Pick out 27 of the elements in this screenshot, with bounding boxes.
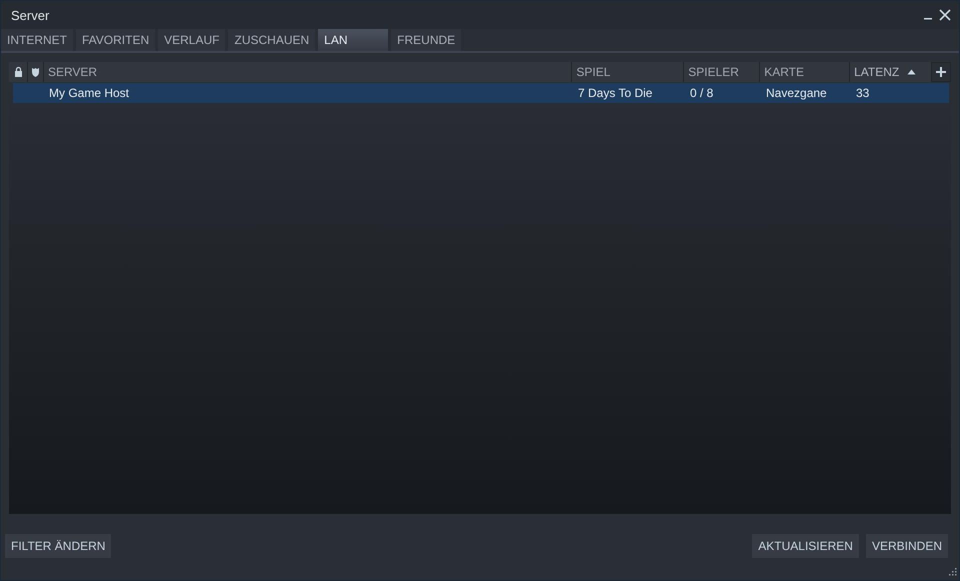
plus-icon	[936, 67, 946, 77]
add-column-button[interactable]	[931, 62, 951, 82]
tab[interactable]: INTERNET	[1, 29, 73, 51]
window-title: Server	[11, 8, 50, 22]
lock-icon[interactable]	[14, 67, 24, 77]
action-button[interactable]: VERBINDEN	[866, 534, 948, 558]
tab[interactable]: FREUNDE	[391, 29, 462, 51]
tab[interactable]: LAN	[318, 29, 388, 51]
column-header[interactable]: SPIELER	[684, 65, 743, 79]
table-cell: My Game Host	[49, 86, 130, 100]
column-header[interactable]: SPIEL	[572, 65, 614, 79]
column-header[interactable]: SERVER	[44, 65, 102, 79]
filter-button[interactable]: FILTER ÄNDERN	[5, 534, 112, 558]
column-header[interactable]: LATENZ	[850, 65, 904, 79]
tab[interactable]: ZUSCHAUEN	[228, 29, 316, 51]
table-cell: 0 / 8	[690, 86, 714, 100]
column-header[interactable]: KARTE	[760, 65, 808, 79]
server-row[interactable]: My Game Host 7 Days To Die 0 / 8 Navezgane 33	[13, 83, 949, 103]
tab[interactable]: VERLAUF	[158, 29, 226, 51]
table-cell: Navezgane	[766, 86, 827, 100]
resize-grip-icon[interactable]	[947, 568, 957, 578]
table-cell: 7 Days To Die	[578, 86, 652, 100]
table-cell: 33	[856, 86, 870, 100]
shield-icon[interactable]	[30, 67, 40, 77]
action-button[interactable]: AKTUALISIEREN	[752, 534, 859, 558]
tab[interactable]: FAVORITEN	[76, 29, 156, 51]
close-icon[interactable]	[939, 9, 951, 21]
